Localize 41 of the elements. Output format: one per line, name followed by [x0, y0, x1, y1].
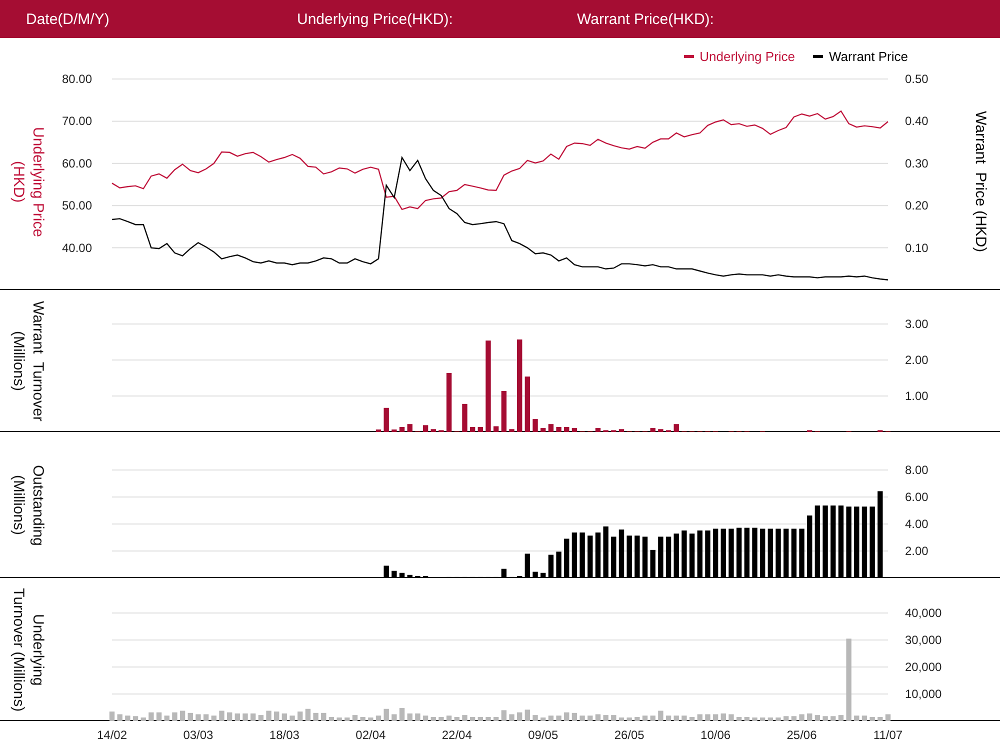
axis-title: Underlying Price (HKD) [9, 126, 48, 240]
axis-tick-label: 25/06 [786, 728, 817, 742]
header-label: Underlying Price(HKD): [297, 10, 453, 28]
axis-title: Outstanding (Millions) [9, 464, 48, 548]
axis-tick-label: 11/07 [873, 728, 903, 742]
axis-tick-label: 60.00 [62, 156, 92, 170]
axis-tick-label: 0.40 [905, 114, 928, 128]
header-label: Warrant Price(HKD): [577, 10, 714, 28]
axis-tick-label: 09/05 [528, 728, 558, 742]
axis-tick-label: 6.00 [905, 490, 928, 504]
axis-tick-label: 4.00 [905, 517, 928, 531]
axis-tick-label: 0.30 [905, 156, 928, 170]
legend-label: Warrant Price [829, 48, 908, 64]
axis-tick-label: 40.00 [62, 240, 92, 255]
axis-tick-label: 14/02 [96, 728, 128, 742]
legend-label: Underlying Price [700, 48, 796, 64]
axis-tick-label: 22/04 [442, 728, 472, 742]
axis-tick-label: 18/03 [269, 728, 300, 742]
axis-tick-label: 03/03 [183, 728, 214, 742]
axis-tick-label: 70.00 [62, 114, 92, 128]
axis-tick-label: 8.00 [905, 463, 928, 477]
axis-tick-label: 20,000 [905, 660, 942, 674]
axis-tick-label: 30,000 [905, 633, 942, 647]
axis-tick-label: 3.00 [905, 317, 928, 331]
axis-tick-label: 10/06 [700, 728, 731, 742]
axis-title: Warrant Turnover (Millions) [9, 300, 48, 424]
axis-tick-label: 26/05 [614, 728, 644, 742]
axis-tick-label: 2.00 [905, 544, 928, 558]
axis-tick-label: 2.00 [905, 353, 928, 367]
axis-tick-label: 10,000 [905, 687, 942, 701]
axis-tick-label: 0.20 [905, 198, 928, 213]
header-label: Date(D/M/Y) [26, 10, 110, 28]
axis-tick-label: 02/04 [356, 728, 386, 742]
axis-title: Warrant Price (HKD) [970, 111, 990, 253]
axis-title: Underlying Turnover (Millions) [9, 586, 48, 714]
axis-tick-label: 80.00 [62, 72, 92, 86]
axis-tick-label: 40,000 [905, 606, 942, 620]
axis-tick-label: 50.00 [62, 198, 92, 213]
axis-tick-label: 0.50 [905, 72, 928, 86]
axis-tick-label: 1.00 [905, 389, 928, 403]
axis-tick-label: 0.10 [905, 240, 928, 255]
